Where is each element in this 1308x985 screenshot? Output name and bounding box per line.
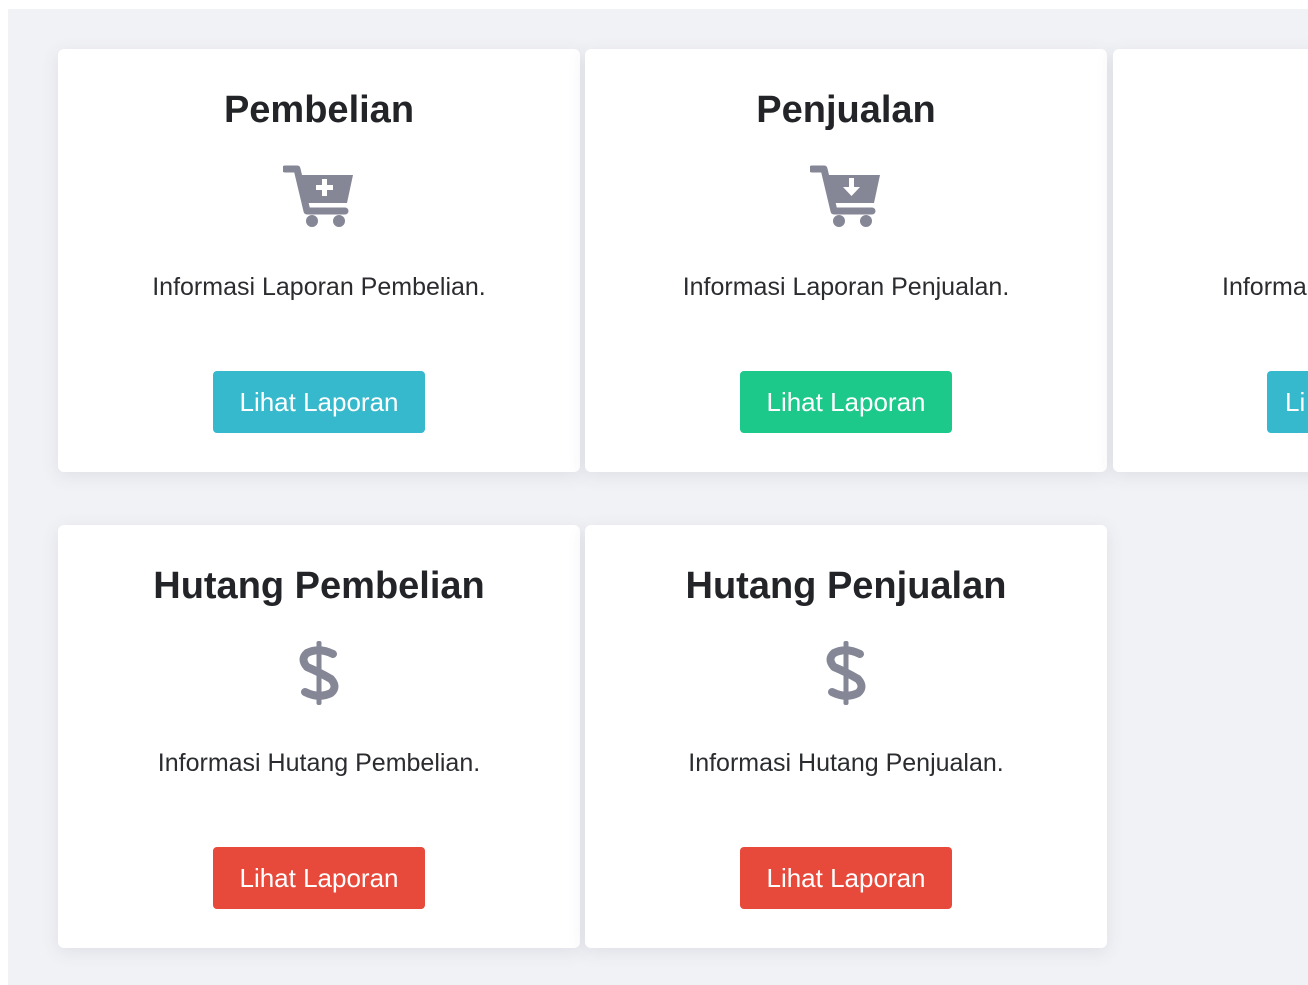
cart-arrow-down-icon [810, 165, 880, 227]
cart-plus-icon [283, 165, 353, 227]
dollar-sign-icon [299, 641, 339, 705]
card-partial: Informa Li [1113, 49, 1308, 472]
card-description: Informasi Laporan Penjualan. [682, 273, 1010, 301]
card-hutang-pembelian: Hutang Pembelian Informasi Hutang Pembel… [58, 525, 580, 948]
card-title: Pembelian [223, 89, 415, 131]
lihat-laporan-partial-button[interactable]: Li [1267, 371, 1308, 433]
card-description: Informa [1222, 273, 1307, 301]
card-penjualan: Penjualan Informasi Laporan Penjualan. L… [585, 49, 1107, 472]
card-title: Hutang Penjualan [685, 565, 1007, 607]
card-description: Informasi Hutang Pembelian. [157, 749, 481, 777]
card-description: Informasi Hutang Penjualan. [688, 749, 1004, 777]
card-title: Penjualan [756, 89, 936, 131]
card-hutang-penjualan: Hutang Penjualan Informasi Hutang Penjua… [585, 525, 1107, 948]
dollar-sign-icon [826, 641, 866, 705]
card-title: Hutang Pembelian [153, 565, 485, 607]
lihat-laporan-pembelian-button[interactable]: Lihat Laporan [213, 371, 425, 433]
card-description: Informasi Laporan Pembelian. [152, 273, 486, 301]
lihat-hutang-pembelian-button[interactable]: Lihat Laporan [213, 847, 425, 909]
card-pembelian: Pembelian Informasi Laporan Pembelian. L… [58, 49, 580, 472]
reports-dashboard: Pembelian Informasi Laporan Pembelian. L… [8, 9, 1308, 985]
lihat-hutang-penjualan-button[interactable]: Lihat Laporan [740, 847, 952, 909]
lihat-laporan-penjualan-button[interactable]: Lihat Laporan [740, 371, 952, 433]
